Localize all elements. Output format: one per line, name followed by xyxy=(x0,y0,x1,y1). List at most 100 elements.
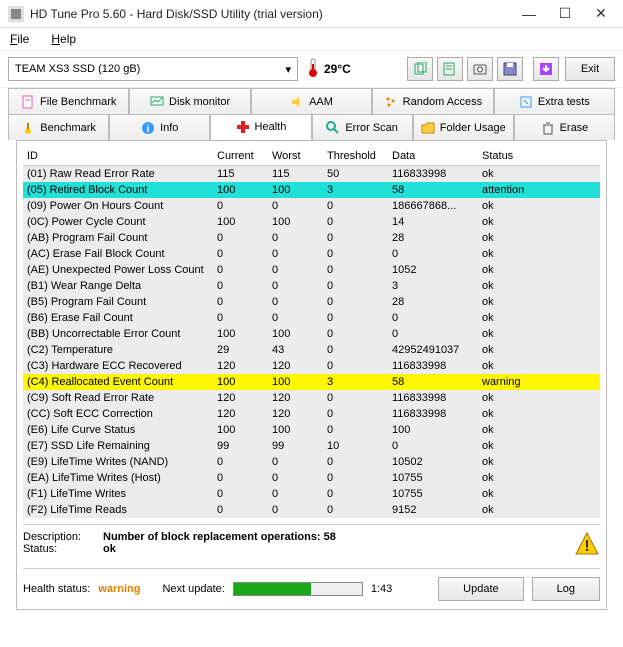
menu-help[interactable]: Help xyxy=(45,30,82,48)
cell-id: (B1) Wear Range Delta xyxy=(23,278,213,294)
cell-current: 0 xyxy=(213,246,268,262)
menubar: File Help xyxy=(0,28,623,50)
col-id[interactable]: ID xyxy=(23,147,213,166)
window-title: HD Tune Pro 5.60 - Hard Disk/SSD Utility… xyxy=(30,7,511,21)
col-current[interactable]: Current xyxy=(213,147,268,166)
cell-status: ok xyxy=(478,470,600,486)
cell-id: (CC) Soft ECC Correction xyxy=(23,406,213,422)
table-row[interactable]: (C9) Soft Read Error Rate120120011683399… xyxy=(23,390,600,406)
table-row[interactable]: (EA) LifeTime Writes (Host)00010755ok xyxy=(23,470,600,486)
cell-current: 0 xyxy=(213,294,268,310)
table-row[interactable]: (B6) Erase Fail Count0000ok xyxy=(23,310,600,326)
tab-random-access[interactable]: Random Access xyxy=(372,88,493,114)
table-row[interactable]: (AC) Erase Fail Block Count0000ok xyxy=(23,246,600,262)
speaker-icon xyxy=(290,95,304,109)
cell-worst: 0 xyxy=(268,454,323,470)
next-update-label: Next update: xyxy=(162,583,224,595)
table-row[interactable]: (E9) LifeTime Writes (NAND)00010502ok xyxy=(23,454,600,470)
table-row[interactable]: (E6) Life Curve Status1001000100ok xyxy=(23,422,600,438)
minimize-button[interactable]: — xyxy=(511,2,547,26)
cell-worst: 100 xyxy=(268,374,323,390)
cell-id: (0C) Power Cycle Count xyxy=(23,214,213,230)
description-label: Description: xyxy=(23,531,103,543)
table-row[interactable]: (AB) Program Fail Count00028ok xyxy=(23,230,600,246)
cell-current: 100 xyxy=(213,422,268,438)
cell-data: 28 xyxy=(388,230,478,246)
table-row[interactable]: (C4) Reallocated Event Count100100358war… xyxy=(23,374,600,390)
cell-data: 28 xyxy=(388,294,478,310)
copy-list-button[interactable] xyxy=(437,57,463,81)
extra-tests-icon xyxy=(519,95,533,109)
cell-current: 0 xyxy=(213,454,268,470)
cell-data: 0 xyxy=(388,438,478,454)
cell-worst: 100 xyxy=(268,182,323,198)
table-row[interactable]: (09) Power On Hours Count000186667868...… xyxy=(23,198,600,214)
table-row[interactable]: (F2) LifeTime Reads0009152ok xyxy=(23,502,600,518)
copy-info-button[interactable] xyxy=(407,57,433,81)
options-button[interactable] xyxy=(533,57,559,81)
tab-aam[interactable]: AAM xyxy=(251,88,372,114)
tab-info[interactable]: iInfo xyxy=(109,114,210,140)
table-row[interactable]: (01) Raw Read Error Rate1151155011683399… xyxy=(23,166,600,183)
drive-select[interactable]: TEAM XS3 SSD (120 gB) ▾ xyxy=(8,57,298,81)
cell-id: (E7) SSD Life Remaining xyxy=(23,438,213,454)
trash-icon xyxy=(541,121,555,135)
col-worst[interactable]: Worst xyxy=(268,147,323,166)
tab-folder-usage[interactable]: Folder Usage xyxy=(413,114,514,140)
svg-text:i: i xyxy=(147,124,150,135)
col-threshold[interactable]: Threshold xyxy=(323,147,388,166)
tab-error-scan[interactable]: Error Scan xyxy=(312,114,413,140)
cell-status: ok xyxy=(478,310,600,326)
tab-disk-monitor[interactable]: Disk monitor xyxy=(129,88,250,114)
cell-current: 120 xyxy=(213,358,268,374)
cell-worst: 120 xyxy=(268,406,323,422)
tab-erase[interactable]: Erase xyxy=(514,114,615,140)
table-row[interactable]: (E7) SSD Life Remaining9999100ok xyxy=(23,438,600,454)
tab-benchmark[interactable]: Benchmark xyxy=(8,114,109,140)
cell-worst: 100 xyxy=(268,214,323,230)
cell-threshold: 0 xyxy=(323,310,388,326)
screenshot-button[interactable] xyxy=(467,57,493,81)
warning-icon: ! xyxy=(574,531,600,560)
cell-current: 0 xyxy=(213,502,268,518)
exit-button[interactable]: Exit xyxy=(565,57,615,81)
table-row[interactable]: (BB) Uncorrectable Error Count10010000ok xyxy=(23,326,600,342)
cell-data: 116833998 xyxy=(388,406,478,422)
menu-file[interactable]: File xyxy=(4,30,35,48)
tab-health[interactable]: Health xyxy=(210,114,311,140)
col-status[interactable]: Status xyxy=(478,147,600,166)
table-row[interactable]: (AE) Unexpected Power Loss Count0001052o… xyxy=(23,262,600,278)
table-row[interactable]: (05) Retired Block Count100100358attenti… xyxy=(23,182,600,198)
cell-id: (09) Power On Hours Count xyxy=(23,198,213,214)
table-row[interactable]: (C3) Hardware ECC Recovered1201200116833… xyxy=(23,358,600,374)
cell-id: (E9) LifeTime Writes (NAND) xyxy=(23,454,213,470)
table-row[interactable]: (B1) Wear Range Delta0003ok xyxy=(23,278,600,294)
chevron-down-icon: ▾ xyxy=(285,63,291,76)
table-row[interactable]: (F1) LifeTime Writes00010755ok xyxy=(23,486,600,502)
table-row[interactable]: (CC) Soft ECC Correction1201200116833998… xyxy=(23,406,600,422)
maximize-button[interactable]: ☐ xyxy=(547,2,583,26)
cell-current: 29 xyxy=(213,342,268,358)
cell-status: ok xyxy=(478,454,600,470)
cell-threshold: 0 xyxy=(323,230,388,246)
close-button[interactable]: ✕ xyxy=(583,2,619,26)
cell-threshold: 0 xyxy=(323,262,388,278)
cell-current: 0 xyxy=(213,310,268,326)
cell-current: 115 xyxy=(213,166,268,183)
cell-current: 100 xyxy=(213,326,268,342)
col-data[interactable]: Data xyxy=(388,147,478,166)
table-row[interactable]: (C2) Temperature2943042952491037ok xyxy=(23,342,600,358)
tab-extra-tests[interactable]: Extra tests xyxy=(494,88,615,114)
update-button[interactable]: Update xyxy=(438,577,523,601)
cell-current: 100 xyxy=(213,214,268,230)
table-row[interactable]: (B5) Program Fail Count00028ok xyxy=(23,294,600,310)
log-button[interactable]: Log xyxy=(532,577,600,601)
cell-worst: 100 xyxy=(268,422,323,438)
save-button[interactable] xyxy=(497,57,523,81)
file-benchmark-icon xyxy=(21,95,35,109)
smart-table: ID Current Worst Threshold Data Status (… xyxy=(23,147,600,518)
cell-id: (BB) Uncorrectable Error Count xyxy=(23,326,213,342)
table-row[interactable]: (0C) Power Cycle Count100100014ok xyxy=(23,214,600,230)
tab-file-benchmark[interactable]: File Benchmark xyxy=(8,88,129,114)
description-value: Number of block replacement operations: … xyxy=(103,531,574,543)
